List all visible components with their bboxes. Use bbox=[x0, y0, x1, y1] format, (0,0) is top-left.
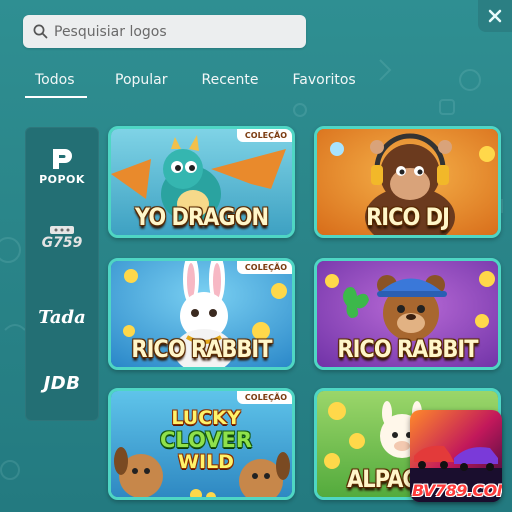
game-card-rico-rabbit-1[interactable]: COLEÇÃO RICO RABBIT bbox=[108, 258, 295, 370]
close-icon bbox=[488, 9, 502, 23]
popok-logo-icon bbox=[53, 149, 72, 169]
provider-sidebar: POPOK G759 Tada JDB bbox=[25, 127, 99, 421]
game-title: YO DRAGON bbox=[134, 203, 269, 231]
provider-label: JDB bbox=[43, 373, 81, 394]
title-line: LUCKY bbox=[171, 407, 241, 429]
game-card-lucky-clover-wild[interactable]: COLEÇÃO LUCKY CLOVER WILD bbox=[108, 388, 295, 500]
game-card-yo-dragon[interactable]: COLEÇÃO YO DRAGON bbox=[108, 126, 295, 238]
g759-logo-icon bbox=[50, 226, 74, 234]
collection-badge: COLEÇÃO bbox=[236, 261, 292, 274]
provider-popok[interactable]: POPOK bbox=[25, 147, 99, 186]
game-title: RICO DJ bbox=[366, 203, 450, 231]
search-icon bbox=[33, 24, 48, 39]
title-line: CLOVER bbox=[159, 428, 253, 452]
tab-popular[interactable]: Popular bbox=[105, 70, 178, 98]
title-line: WILD bbox=[178, 451, 234, 473]
provider-tada[interactable]: Tada bbox=[25, 307, 99, 328]
search-input[interactable] bbox=[54, 23, 284, 40]
game-title: LUCKY CLOVER WILD bbox=[151, 407, 261, 473]
game-card-rico-dj[interactable]: RICO DJ bbox=[314, 126, 501, 238]
provider-g759[interactable]: G759 bbox=[25, 225, 99, 251]
tab-todos[interactable]: Todos bbox=[25, 70, 87, 98]
close-button[interactable] bbox=[478, 0, 512, 32]
promo-text: BV789.COM bbox=[412, 481, 502, 500]
promo-banner[interactable]: BV789.COM bbox=[410, 410, 502, 502]
game-card-rico-rabbit-2[interactable]: RICO RABBIT bbox=[314, 258, 501, 370]
provider-label: POPOK bbox=[39, 173, 85, 186]
tab-recente[interactable]: Recente bbox=[192, 70, 269, 98]
collection-badge: COLEÇÃO bbox=[236, 391, 292, 404]
tab-favoritos[interactable]: Favoritos bbox=[283, 70, 366, 98]
tab-bar: Todos Popular Recente Favoritos bbox=[25, 70, 370, 98]
game-title: RICO RABBIT bbox=[337, 335, 478, 363]
provider-label: G759 bbox=[41, 235, 83, 251]
collection-badge: COLEÇÃO bbox=[236, 129, 292, 142]
provider-jdb[interactable]: JDB bbox=[25, 373, 99, 394]
game-title: RICO RABBIT bbox=[131, 335, 272, 363]
provider-label: Tada bbox=[38, 307, 86, 328]
search-bar bbox=[23, 15, 306, 48]
